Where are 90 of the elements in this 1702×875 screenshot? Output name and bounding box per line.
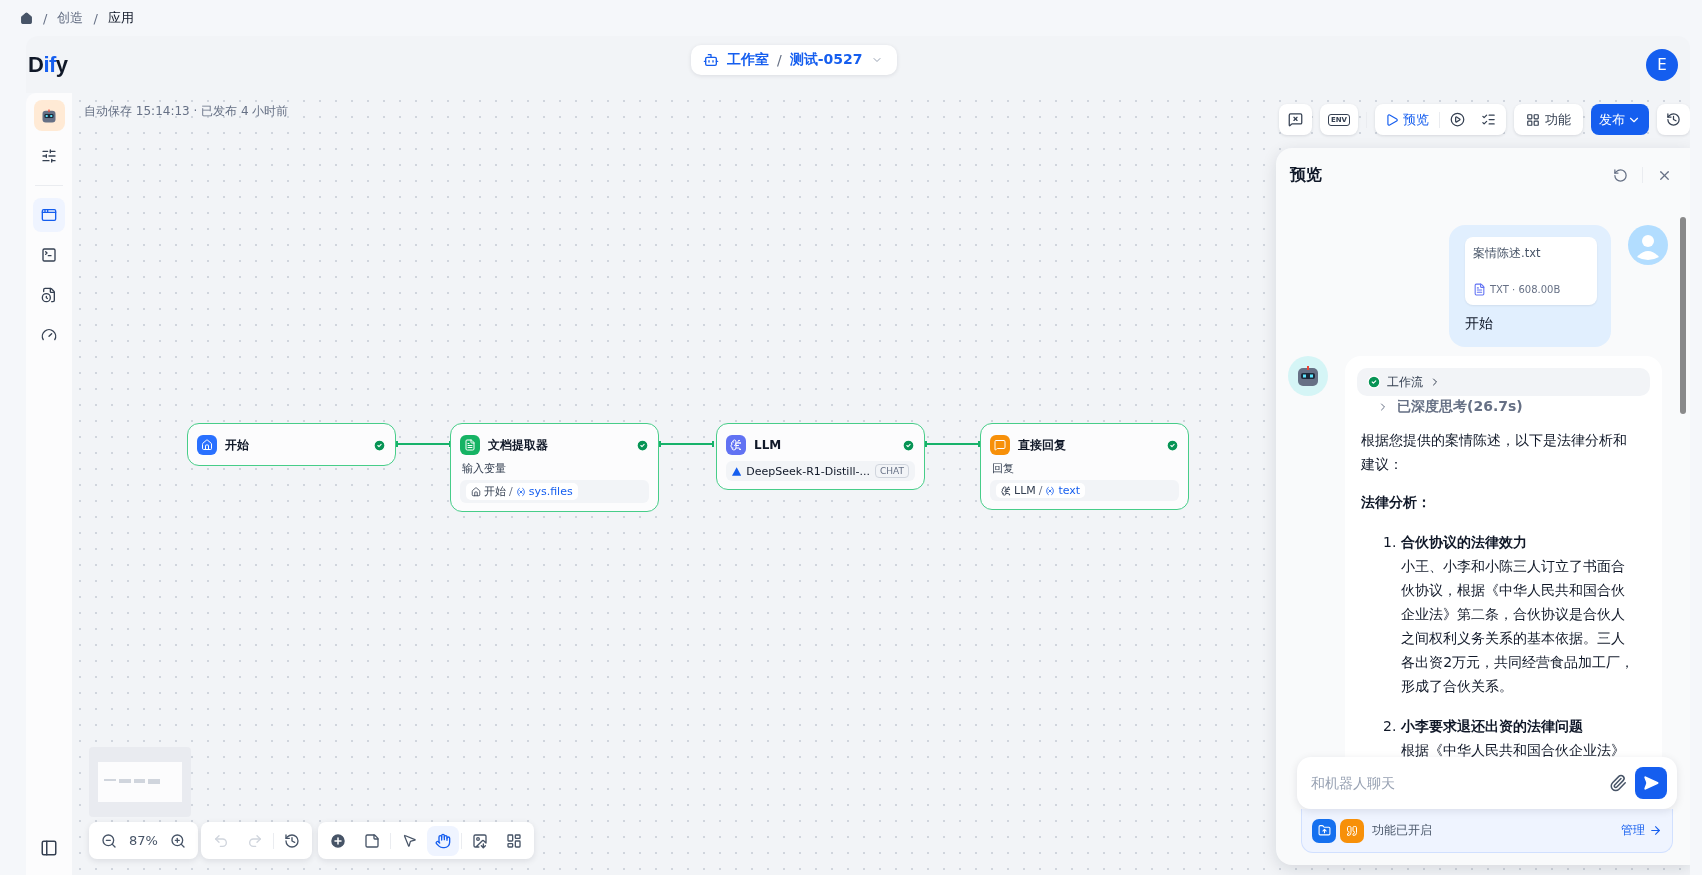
workflow-node[interactable]: 直接回复 回复 LLM / text <box>980 423 1189 510</box>
separator: / <box>777 52 782 68</box>
document-icon <box>460 435 480 455</box>
terminal-icon <box>41 247 57 263</box>
scrollbar[interactable] <box>1680 217 1686 414</box>
variable-source: 开始 <box>484 484 506 499</box>
panel-icon <box>40 839 58 857</box>
sidebar-item[interactable] <box>33 198 65 232</box>
manage-link[interactable]: 管理 <box>1621 822 1662 839</box>
logo: Dify <box>28 51 68 78</box>
list-number: 2. <box>1383 717 1397 736</box>
robot-icon <box>703 52 719 68</box>
workflow-node[interactable]: 文档提取器 输入变量 开始 / sys.files <box>450 423 659 512</box>
panel-title: 预览 <box>1290 164 1323 186</box>
list-text: 根据《中华人民共和国合伙企业法》 <box>1401 741 1627 760</box>
home-icon <box>471 486 481 497</box>
breadcrumb-link[interactable]: 应用 <box>107 9 134 27</box>
document-icon <box>41 287 57 303</box>
home-icon <box>197 435 217 455</box>
sliders-icon <box>41 148 57 164</box>
thinking-toggle[interactable]: 已深度思考(26.7s) <box>1357 396 1650 416</box>
app-name[interactable]: 测试-0527 <box>789 51 863 69</box>
field-label: 回复 <box>991 461 1015 476</box>
play-icon <box>1385 112 1399 127</box>
separator: / <box>43 10 48 26</box>
edge-connector <box>925 439 980 449</box>
model-selector[interactable]: DeepSeek-R1-Distill-... CHAT <box>726 461 915 481</box>
mode-tag: CHAT <box>875 464 909 478</box>
separator: / <box>93 10 98 26</box>
edge-connector <box>396 439 451 449</box>
gauge-icon <box>41 327 57 343</box>
list-title: 合伙协议的法律效力 <box>1401 533 1529 552</box>
variable-icon <box>1045 485 1056 496</box>
arrow-right-icon <box>1649 824 1662 837</box>
variable-icon <box>515 486 526 497</box>
chat-input-field[interactable]: 和机器人聊天 <box>1297 757 1677 809</box>
publish-button[interactable]: 发布 <box>1591 104 1649 135</box>
clear-chat-button[interactable] <box>1278 104 1312 135</box>
features-button[interactable]: 功能 <box>1514 104 1583 135</box>
save-status: 自动保存 15:14:13 · 已发布 4 小时前 <box>84 103 289 120</box>
variable-name: text <box>1058 484 1081 497</box>
triangle-logo-icon <box>732 465 742 477</box>
list-number: 1. <box>1383 533 1397 552</box>
edge-connector <box>659 439 714 449</box>
workflow-status[interactable]: 工作流 <box>1357 368 1650 396</box>
send-icon <box>1643 775 1659 791</box>
user-avatar[interactable]: E <box>1646 48 1678 81</box>
workflow-node[interactable]: LLM DeepSeek-R1-Distill-... CHAT <box>716 423 925 490</box>
zoom-level[interactable]: 87% <box>127 833 160 848</box>
message-text: 根据您提供的案情陈述，以下是法律分析和建议： <box>1361 431 1628 474</box>
variable-source: LLM <box>1014 484 1036 497</box>
chat-clear-icon <box>1287 112 1303 127</box>
separator: / <box>1038 484 1043 497</box>
brain-icon <box>1001 485 1011 496</box>
file-icon <box>1473 283 1486 296</box>
version-history-button[interactable] <box>1657 104 1690 135</box>
list-title: 小李要求退还出资的法律问题 <box>1401 717 1585 736</box>
node-title: 直接回复 <box>1018 436 1067 454</box>
message-icon <box>990 435 1010 455</box>
file-name: 案情陈述.txt <box>1473 246 1542 261</box>
workflow-node[interactable]: 开始 <box>187 423 396 466</box>
chat-input[interactable]: 和机器人聊天 <box>1309 774 1601 792</box>
message-text: 开始 <box>1465 315 1494 333</box>
bot-avatar <box>1288 356 1328 396</box>
workspace-name[interactable]: 工作室 <box>727 51 769 69</box>
history-icon <box>1666 112 1681 127</box>
field-label: 输入变量 <box>461 461 507 476</box>
file-card[interactable]: 案情陈述.txt TXT · 608.00B <box>1465 237 1597 305</box>
breadcrumb-link[interactable]: 创造 <box>57 9 84 27</box>
home-icon[interactable] <box>20 11 33 25</box>
separator: / <box>509 485 513 498</box>
node-title: 文档提取器 <box>488 436 549 454</box>
play-circle-icon <box>1450 112 1465 127</box>
section-heading: 法律分析： <box>1361 493 1432 512</box>
folder-icon <box>1312 818 1336 843</box>
window-icon <box>41 207 57 223</box>
features-label: 功能已开启 <box>1372 822 1433 839</box>
list-text: 小王、小李和小陈三人订立了书面合伙协议，根据《中华人民共和国合伙企业法》第二条，合伙协议是合伙人之间权利义务关系的基本依据。三人各出资2万元，共同经营食品加工厂，形成了合伙关系。 <box>1401 557 1635 696</box>
node-title: LLM <box>754 438 783 452</box>
user-avatar <box>1628 225 1668 265</box>
checklist-icon <box>1481 112 1496 127</box>
hand-icon[interactable] <box>427 825 459 856</box>
file-meta: TXT · 608.00B <box>1490 284 1561 295</box>
grid-icon <box>1526 112 1540 127</box>
node-title: 开始 <box>225 436 250 454</box>
variable-name: sys.files <box>528 485 573 498</box>
brain-icon <box>726 435 746 455</box>
quote-icon <box>1340 818 1364 843</box>
send-button[interactable] <box>1635 767 1667 799</box>
attach-icon[interactable] <box>1609 774 1627 792</box>
